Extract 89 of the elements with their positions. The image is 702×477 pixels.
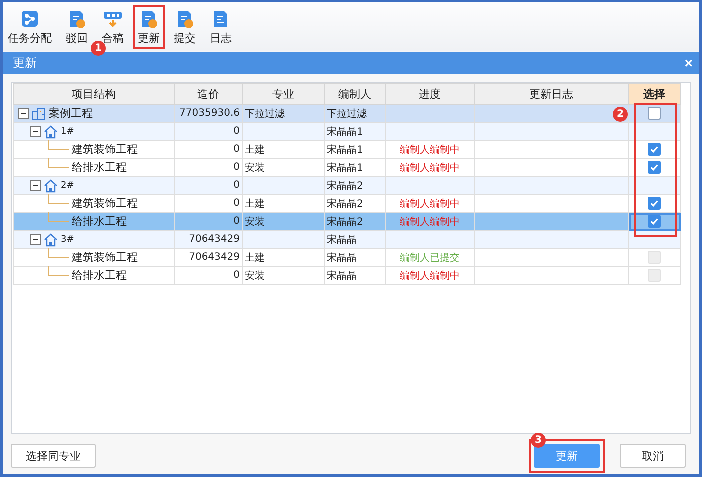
cancel-button[interactable]: 取消 [620,444,686,468]
tree-connector [48,140,69,150]
table-cell: 土建 [245,198,265,210]
house-icon [44,232,58,246]
table-cell: 0 [234,162,240,173]
table-row[interactable]: 1# 0 宋晶晶1 [14,122,680,140]
column-header: 造价 [174,84,242,104]
status-text: 编制人已提交 [400,252,460,264]
table-cell: 宋晶晶 [327,234,357,246]
status-text: 编制人编制中 [400,162,460,174]
toolbar-button[interactable]: 提交 [169,5,201,49]
column-header: 项目结构 [14,84,174,104]
status-text: 编制人编制中 [400,216,460,228]
tree-connector [48,266,69,276]
collapse-icon[interactable] [30,180,41,191]
document-icon [139,9,159,29]
status-text: 编制人编制中 [400,198,460,210]
checkbox[interactable] [648,215,661,228]
document-icon [67,9,87,29]
table-cell: 安装 [245,270,265,282]
table-cell: 77035930.6 [180,108,240,119]
house-icon [44,124,58,138]
tree-connector [48,194,69,204]
toolbar-button[interactable]: 更新 [133,5,165,49]
toolbar-button[interactable]: 任务分配 [3,5,57,49]
collapse-icon[interactable] [30,234,41,245]
checkbox[interactable] [648,161,661,174]
table-cell: 0 [234,180,240,191]
table-cell: 宋晶晶1 [327,126,364,138]
table-cell: 建筑装饰工程 [72,196,138,211]
table-cell: 宋晶晶2 [327,180,364,192]
table-cell: 0 [234,126,240,137]
table-cell: 宋晶晶1 [327,162,364,174]
table-cell: 宋晶晶1 [327,144,364,156]
column-header: 更新日志 [474,84,628,104]
collapse-icon[interactable] [18,108,29,119]
status-text: 编制人编制中 [400,144,460,156]
tree-connector [48,158,69,168]
tree-connector [48,212,69,222]
table-cell: 70643429 [189,252,240,263]
table-cell: 安装 [245,216,265,228]
table-cell: 安装 [245,162,265,174]
table-cell: 宋晶晶2 [327,216,364,228]
table-row[interactable]: 给排水工程 0 安装 宋晶晶 编制人编制中 [14,266,680,284]
table-cell: 给排水工程 [72,160,127,175]
table-cell: 下拉过滤 [245,108,285,120]
table-cell: 建筑装饰工程 [72,250,138,265]
share-icon [20,9,40,29]
table-cell: 案例工程 [49,106,93,121]
column-header: 进度 [386,84,474,104]
merge-icon [103,9,123,29]
table-cell: 0 [234,216,240,227]
table-row[interactable]: 2# 0 宋晶晶2 [14,176,680,194]
table-cell: 0 [234,270,240,281]
dialog-title: 更新 [13,54,37,72]
document-icon [175,9,195,29]
table-cell: 土建 [245,252,265,264]
table-cell: 0 [234,144,240,155]
table-cell: 宋晶晶 [327,252,357,264]
column-header: 选择 [628,84,680,104]
table-cell: 建筑装饰工程 [72,142,138,157]
table-row[interactable]: 建筑装饰工程 0 土建 宋晶晶1 编制人编制中 [14,140,680,158]
checkbox[interactable] [648,107,661,120]
column-header: 专业 [242,84,324,104]
table-cell: 宋晶晶 [327,270,357,282]
building-icon [32,106,46,120]
status-text: 编制人编制中 [400,270,460,282]
table-cell: 1# [61,126,74,136]
select-same-specialty-button[interactable]: 选择同专业 [11,444,96,468]
table-cell: 给排水工程 [72,214,127,229]
table-cell: 土建 [245,144,265,156]
table-cell: 3# [61,234,74,244]
table-row[interactable]: 3# 70643429 宋晶晶 [14,230,680,248]
table-cell: 宋晶晶2 [327,198,364,210]
table-row[interactable]: 建筑装饰工程 70643429 土建 宋晶晶 编制人已提交 [14,248,680,266]
table-cell: 70643429 [189,234,240,245]
house-icon [44,178,58,192]
toolbar-button[interactable]: 日志 [205,5,237,49]
checkbox[interactable] [648,143,661,156]
collapse-icon[interactable] [30,126,41,137]
table-cell: 给排水工程 [72,268,127,283]
table-row[interactable]: 给排水工程 0 安装 宋晶晶2 编制人编制中 [14,212,680,230]
toolbar-button[interactable]: 驳回 [61,5,93,49]
table-cell: 0 [234,198,240,209]
tree-connector [48,248,69,258]
table-cell: 2# [61,180,74,190]
column-header: 编制人 [324,84,386,104]
checkbox[interactable] [648,197,661,210]
table-cell: 下拉过滤 [327,108,367,120]
